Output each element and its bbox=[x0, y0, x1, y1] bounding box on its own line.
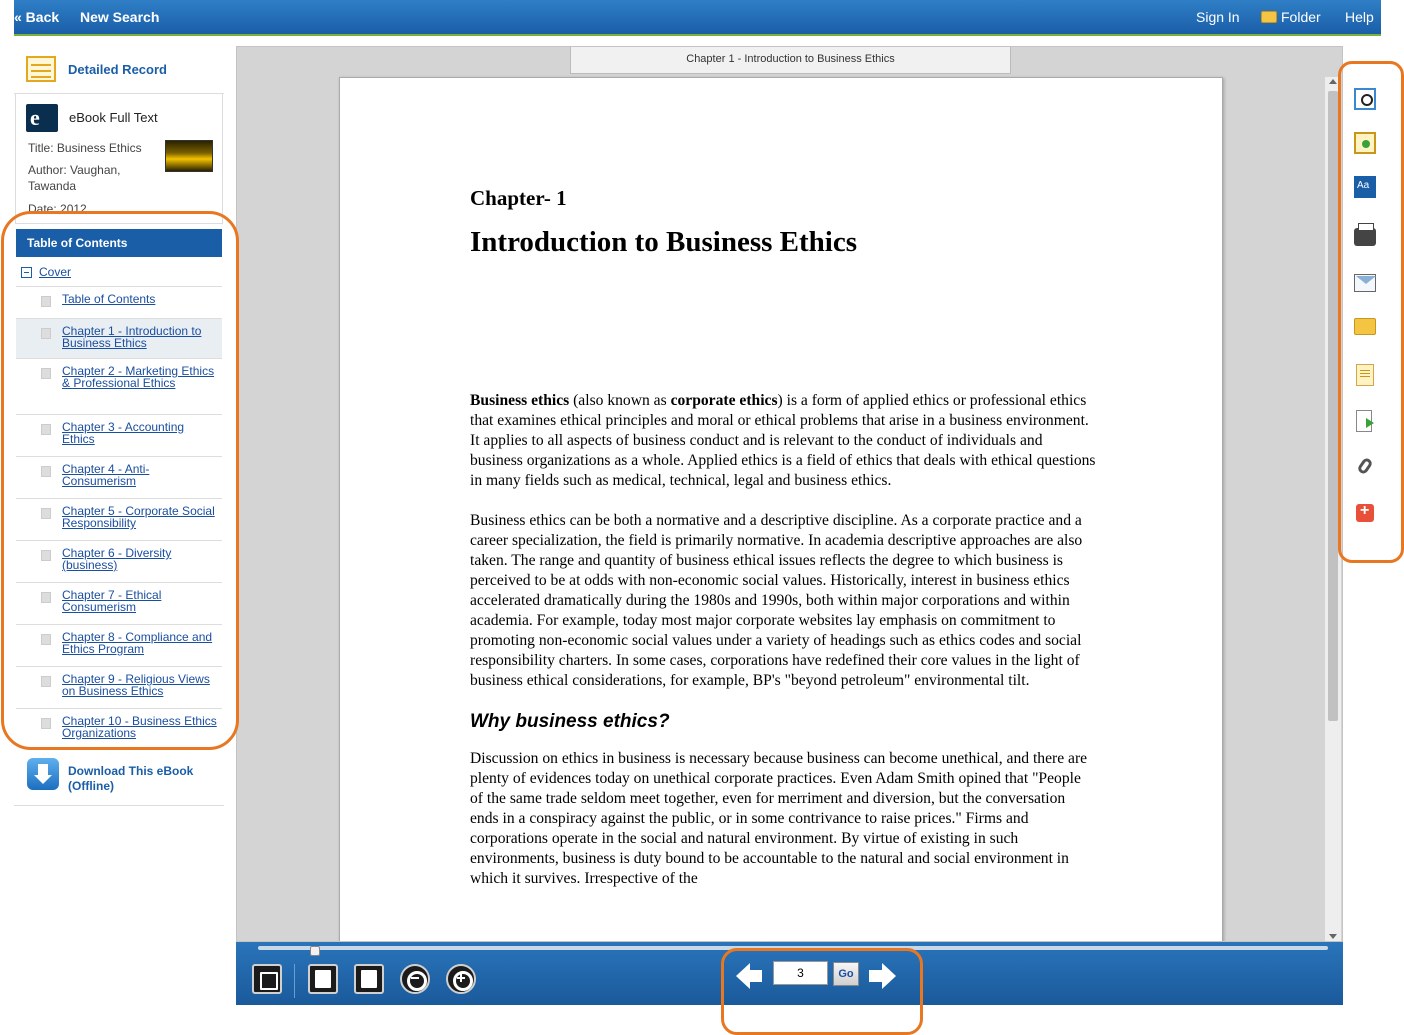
chapter-number: Chapter- 1 bbox=[470, 186, 567, 210]
scrollbar-thumb[interactable] bbox=[1328, 91, 1338, 721]
detailed-record-link[interactable]: Detailed Record bbox=[14, 46, 224, 94]
zoom-out-icon[interactable] bbox=[400, 964, 430, 994]
detailed-record-label: Detailed Record bbox=[68, 62, 167, 77]
top-navigation-bar: « Back New Search Sign In Folder Help bbox=[14, 0, 1381, 36]
left-sidebar: Detailed Record e eBook Full Text Title:… bbox=[14, 46, 224, 224]
scroll-down-icon[interactable] bbox=[1329, 934, 1337, 939]
ebook-icon: e bbox=[26, 104, 58, 132]
folder-link[interactable]: Folder bbox=[1261, 9, 1321, 25]
zoom-in-icon[interactable] bbox=[446, 964, 476, 994]
current-chapter-tab: Chapter 1 - Introduction to Business Eth… bbox=[570, 47, 1011, 74]
ebook-page: Chapter- 1 Introduction to Business Ethi… bbox=[339, 77, 1223, 941]
scroll-up-icon[interactable] bbox=[1329, 79, 1337, 84]
book-cover-thumbnail[interactable] bbox=[165, 140, 213, 172]
book-title: Title: Business Ethics bbox=[28, 141, 142, 155]
toolbar-divider bbox=[294, 964, 295, 998]
ebook-full-text-label: eBook Full Text bbox=[69, 110, 158, 125]
section-heading: Why business ethics? bbox=[470, 711, 670, 732]
sign-in-link[interactable]: Sign In bbox=[1196, 9, 1240, 25]
highlight-tools bbox=[1338, 61, 1404, 563]
paragraph: Discussion on ethics in business is nece… bbox=[470, 750, 1088, 887]
bold-term: corporate ethics bbox=[670, 392, 778, 409]
bold-term: Business ethics bbox=[470, 392, 570, 409]
ebook-info-panel: e eBook Full Text Title: Business Ethics… bbox=[15, 94, 223, 224]
download-label: Download This eBook (Offline) bbox=[68, 764, 194, 793]
highlight-toc bbox=[1, 211, 239, 750]
folder-icon bbox=[1261, 11, 1277, 23]
fit-page-icon[interactable] bbox=[354, 964, 384, 994]
chapter-title: Introduction to Business Ethics bbox=[470, 226, 858, 258]
new-search-link[interactable]: New Search bbox=[80, 9, 159, 25]
book-author: Author: Vaughan, Tawanda bbox=[28, 163, 121, 193]
fullscreen-icon[interactable] bbox=[252, 964, 282, 994]
paragraph-text: (also known as bbox=[569, 392, 671, 409]
ebook-viewer: Chapter 1 - Introduction to Business Eth… bbox=[236, 46, 1343, 942]
paragraph: Business ethics (also known as corporate… bbox=[470, 391, 1096, 491]
folder-label: Folder bbox=[1281, 9, 1321, 25]
back-link[interactable]: « Back bbox=[14, 9, 59, 25]
highlight-pager bbox=[721, 948, 923, 1035]
download-ebook-link[interactable]: Download This eBook (Offline) bbox=[14, 752, 224, 806]
page-slider-handle[interactable] bbox=[310, 946, 320, 956]
fit-width-icon[interactable] bbox=[308, 964, 338, 994]
help-link[interactable]: Help bbox=[1345, 9, 1374, 25]
paragraph: Business ethics can be both a normative … bbox=[470, 512, 1083, 689]
download-icon bbox=[27, 758, 59, 790]
detailed-record-icon bbox=[26, 56, 56, 82]
